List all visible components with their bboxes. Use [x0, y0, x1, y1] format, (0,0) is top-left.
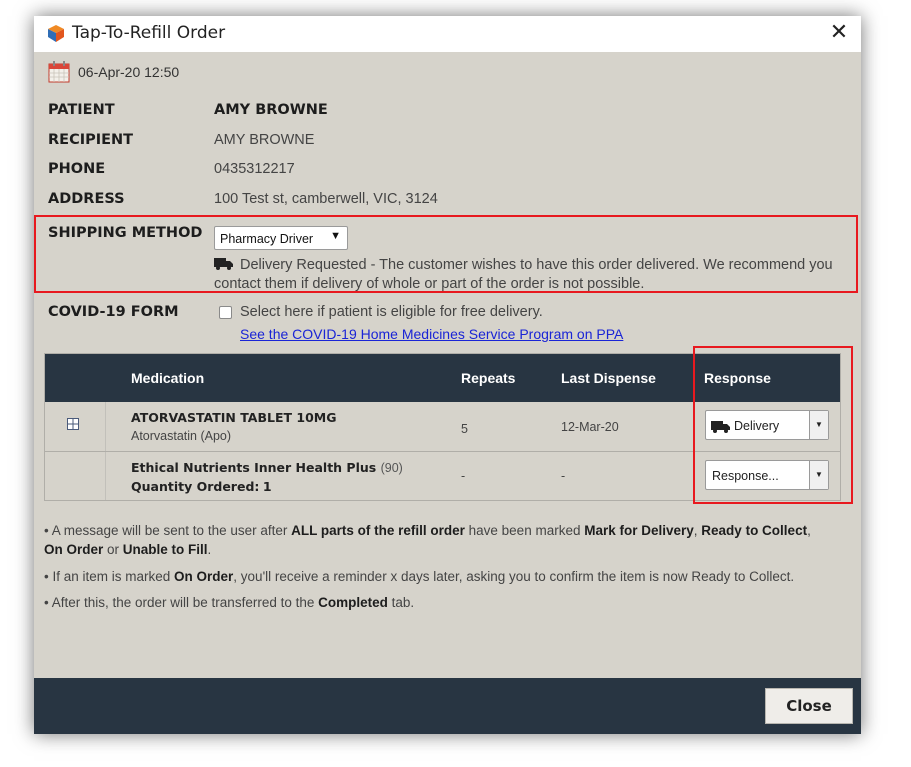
note-line-3: • After this, the order will be transfer… [44, 595, 415, 610]
free-delivery-label: Select here if patient is eligible for f… [240, 304, 543, 320]
close-icon[interactable]: ✕ [827, 20, 851, 44]
header-last-dispense: Last Dispense [561, 370, 656, 386]
shipping-method-select[interactable]: Pharmacy Driver ▼ [214, 226, 348, 250]
repeats-value: - [461, 469, 466, 483]
note-line-1: • A message will be sent to the user aft… [44, 523, 811, 557]
last-dispense-value: - [561, 469, 566, 483]
dropdown-arrow-icon: ▼ [330, 230, 341, 242]
expand-plus-icon[interactable] [67, 418, 79, 430]
order-date: 06-Apr-20 12:50 [78, 64, 180, 80]
free-delivery-checkbox[interactable] [219, 306, 232, 319]
shipping-method-value: Pharmacy Driver [220, 232, 314, 246]
covid-form-label: COVID-19 FORM [48, 304, 179, 320]
delivery-note-text: Delivery Requested - The customer wishes… [214, 257, 833, 292]
calendar-icon [48, 61, 70, 83]
quantity-label: Quantity Ordered: [131, 479, 260, 494]
close-button[interactable]: Close [765, 688, 853, 724]
medication-pack-size: (90) [380, 461, 403, 475]
window-title: Tap-To-Refill Order [72, 23, 226, 43]
shipping-method-label: SHIPPING METHOD [48, 225, 203, 241]
phone-label: PHONE [48, 161, 106, 177]
medication-brand: Atorvastatin (Apo) [131, 429, 232, 443]
covid-program-link[interactable]: See the COVID-19 Home Medicines Service … [240, 326, 623, 342]
recipient-label: RECIPIENT [48, 132, 134, 148]
header-medication: Medication [131, 370, 205, 386]
truck-icon [214, 258, 233, 270]
dialog-footer: Close [34, 678, 861, 734]
address-label: ADDRESS [48, 191, 125, 207]
quantity-ordered: Quantity Ordered: 1 [131, 479, 272, 494]
medication-name: ATORVASTATIN TABLET 10MG [131, 410, 337, 425]
header-repeats: Repeats [461, 370, 516, 386]
phone-value: 0435312217 [214, 161, 295, 177]
title-bar: Tap-To-Refill Order ✕ [34, 16, 861, 52]
app-logo-icon [48, 25, 64, 42]
last-dispense-value: 12-Mar-20 [561, 420, 619, 434]
quantity-value: 1 [262, 479, 272, 494]
refill-order-dialog: Tap-To-Refill Order ✕ 06-Apr-20 12:50 PA… [34, 16, 861, 734]
recipient-value: AMY BROWNE [214, 132, 315, 148]
response-highlight [693, 346, 853, 504]
patient-value: AMY BROWNE [214, 102, 328, 118]
medication-name-text: Ethical Nutrients Inner Health Plus [131, 460, 377, 475]
medication-name: Ethical Nutrients Inner Health Plus (90) [131, 460, 403, 475]
note-line-2: • If an item is marked On Order, you'll … [44, 569, 795, 584]
address-value: 100 Test st, camberwell, VIC, 3124 [214, 191, 438, 207]
patient-label: PATIENT [48, 102, 115, 118]
repeats-value: 5 [461, 422, 468, 436]
delivery-note: Delivery Requested - The customer wishes… [214, 256, 862, 294]
